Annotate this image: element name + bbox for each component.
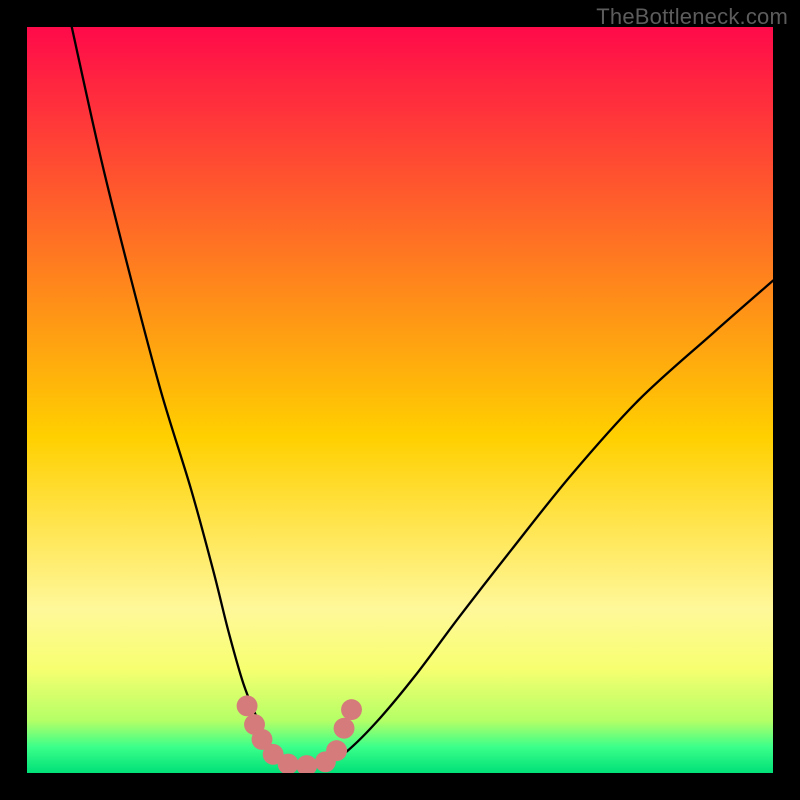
marker-point	[326, 740, 347, 761]
marker-point	[237, 695, 258, 716]
gradient-background	[27, 27, 773, 773]
outer-frame: TheBottleneck.com	[0, 0, 800, 800]
plot-area	[27, 27, 773, 773]
chart-svg	[27, 27, 773, 773]
marker-point	[334, 718, 355, 739]
watermark-text: TheBottleneck.com	[596, 4, 788, 30]
marker-point	[341, 699, 362, 720]
